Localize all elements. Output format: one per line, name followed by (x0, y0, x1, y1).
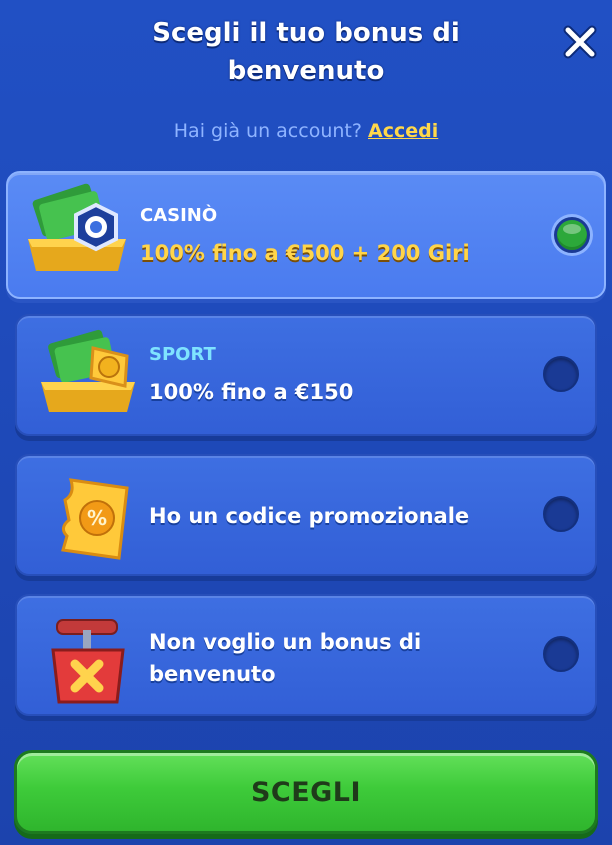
promo-code-ticket-icon: % (61, 478, 129, 560)
no-bonus-detonator-icon (51, 619, 125, 704)
svg-text:%: % (87, 506, 107, 530)
login-prompt-row: Hai già un account? Accedi (0, 120, 612, 142)
bonus-selection-screen: Scegli il tuo bonus di benvenuto Hai già… (0, 0, 612, 845)
radio-no-bonus[interactable] (543, 636, 579, 672)
radio-sport[interactable] (543, 356, 579, 392)
choose-button-label: SCEGLI (250, 777, 362, 808)
bonus-option-promo-code[interactable]: % Ho un codice promozionale (15, 454, 597, 576)
radio-casino-selected[interactable] (554, 217, 590, 253)
option-text-casino: 100% fino a €500 + 200 Giri (140, 241, 470, 265)
bonus-option-sport[interactable]: SPORT 100% fino a €150 (15, 314, 597, 436)
option-category-casino: CASINÒ (140, 205, 218, 226)
bonus-option-casino[interactable]: CASINÒ 100% fino a €500 + 200 Giri (6, 171, 606, 299)
option-text-sport: 100% fino a €150 (149, 380, 354, 404)
login-prompt-text: Hai già un account? (173, 120, 362, 142)
choose-button[interactable]: SCEGLI (14, 750, 598, 834)
sport-cash-chest-icon (41, 329, 135, 412)
option-text-no-bonus: Non voglio un bonus di benvenuto (149, 630, 422, 686)
option-category-sport: SPORT (149, 344, 216, 365)
close-button[interactable] (560, 22, 600, 62)
page-title: Scegli il tuo bonus di benvenuto (152, 18, 460, 86)
radio-promo-code[interactable] (543, 496, 579, 532)
login-link[interactable]: Accedi (368, 120, 438, 142)
bonus-option-no-bonus[interactable]: Non voglio un bonus di benvenuto (15, 594, 597, 716)
option-text-promo-code: Ho un codice promozionale (149, 504, 470, 528)
casino-cash-chest-icon (28, 183, 126, 271)
close-icon (563, 25, 597, 59)
